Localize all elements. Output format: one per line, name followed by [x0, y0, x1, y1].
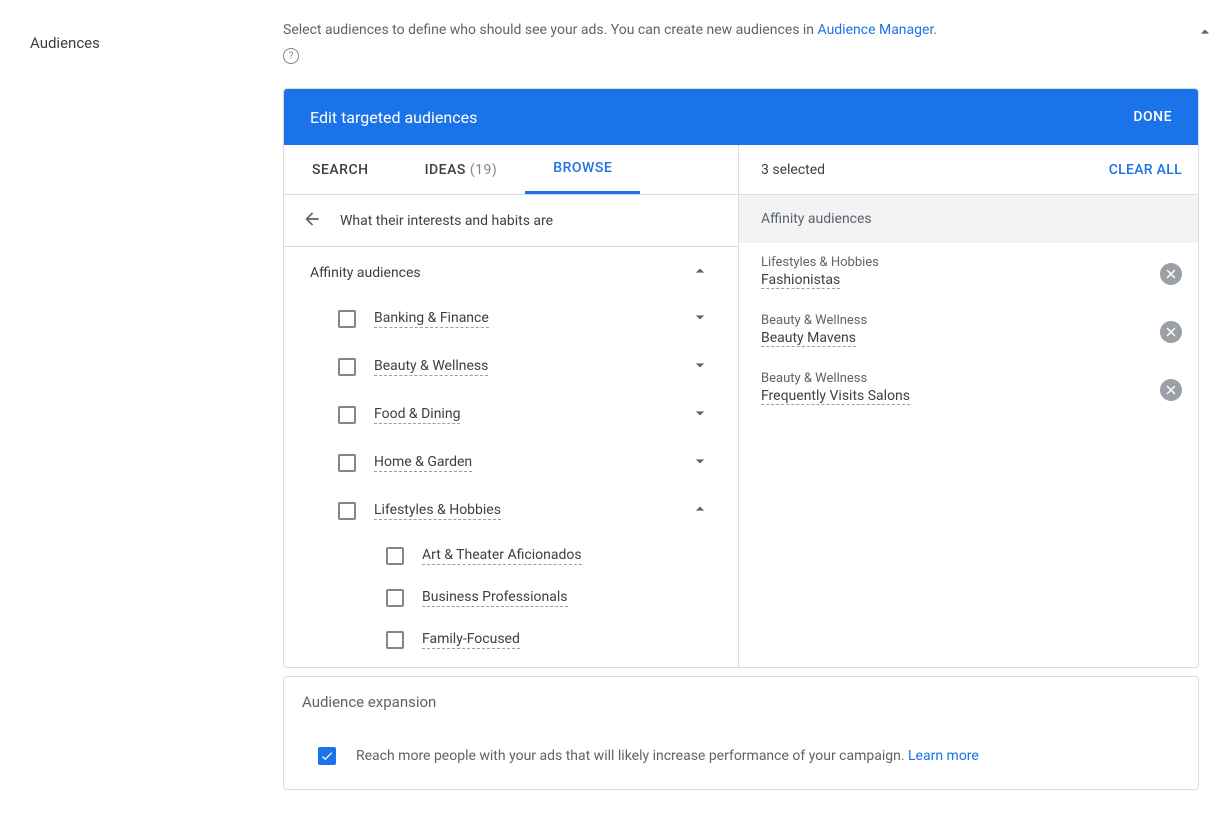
intro-text: Select audiences to define who should se… [283, 20, 1229, 40]
tabs: SEARCH IDEAS (19) BROWSE [284, 145, 738, 195]
chevron-down-icon[interactable] [690, 355, 710, 379]
remove-icon[interactable] [1160, 263, 1182, 285]
chevron-down-icon[interactable] [690, 307, 710, 331]
audience-expansion-panel: Audience expansion Reach more people wit… [283, 676, 1199, 790]
selected-item-name: Fashionistas [761, 272, 840, 289]
selected-item-category: Beauty & Wellness [761, 313, 867, 328]
category-label: Lifestyles & Hobbies [374, 502, 501, 520]
breadcrumb: What their interests and habits are [340, 213, 553, 229]
subcategory-label: Art & Theater Aficionados [422, 547, 582, 565]
intro-pre: Select audiences to define who should se… [283, 22, 818, 38]
checkbox[interactable] [386, 589, 404, 607]
checkbox[interactable] [386, 631, 404, 649]
subcategory-label: Family-Focused [422, 631, 520, 649]
expansion-title: Audience expansion [302, 693, 1180, 711]
expansion-checkbox[interactable] [318, 747, 336, 765]
remove-icon[interactable] [1160, 379, 1182, 401]
expansion-text-body: Reach more people with your ads that wil… [356, 748, 908, 764]
selected-item: Lifestyles & Hobbies Fashionistas [739, 243, 1198, 301]
subcategory-business-professionals[interactable]: Business Professionals [284, 577, 736, 619]
tab-browse[interactable]: BROWSE [525, 145, 640, 194]
category-label: Food & Dining [374, 406, 460, 424]
category-banking-finance[interactable]: Banking & Finance [284, 295, 736, 343]
back-arrow-icon[interactable] [302, 209, 322, 233]
selected-item: Beauty & Wellness Frequently Visits Salo… [739, 359, 1198, 417]
selected-count: 3 selected [761, 162, 825, 178]
selected-item-name: Beauty Mavens [761, 330, 856, 347]
tab-ideas[interactable]: IDEAS (19) [397, 145, 526, 194]
category-lifestyles-hobbies[interactable]: Lifestyles & Hobbies [284, 487, 736, 535]
group-header-affinity[interactable]: Affinity audiences [284, 247, 736, 295]
help-icon[interactable]: ? [283, 48, 299, 64]
selected-group-label: Affinity audiences [739, 195, 1198, 243]
tab-search[interactable]: SEARCH [284, 145, 397, 194]
chevron-up-icon[interactable] [690, 499, 710, 523]
category-label: Banking & Finance [374, 310, 489, 328]
audience-manager-link[interactable]: Audience Manager [818, 22, 934, 38]
category-beauty-wellness[interactable]: Beauty & Wellness [284, 343, 736, 391]
selected-item-name: Frequently Visits Salons [761, 388, 910, 405]
chevron-up-icon[interactable] [690, 261, 710, 285]
chevron-down-icon[interactable] [690, 403, 710, 427]
tab-ideas-label: IDEAS [425, 162, 466, 178]
subcategory-family-focused[interactable]: Family-Focused [284, 619, 736, 661]
collapse-section-icon[interactable] [1195, 22, 1215, 46]
chevron-down-icon[interactable] [690, 451, 710, 475]
selected-item-category: Lifestyles & Hobbies [761, 255, 879, 270]
checkbox[interactable] [338, 310, 356, 328]
checkbox[interactable] [338, 358, 356, 376]
tab-ideas-count: (19) [470, 162, 497, 178]
panel-title: Edit targeted audiences [310, 108, 477, 127]
category-food-dining[interactable]: Food & Dining [284, 391, 736, 439]
category-label: Home & Garden [374, 454, 472, 472]
selected-item: Beauty & Wellness Beauty Mavens [739, 301, 1198, 359]
checkbox[interactable] [338, 454, 356, 472]
checkbox[interactable] [386, 547, 404, 565]
subcategory-label: Business Professionals [422, 589, 568, 607]
category-label: Beauty & Wellness [374, 358, 488, 376]
expansion-text: Reach more people with your ads that wil… [356, 748, 979, 764]
clear-all-button[interactable]: CLEAR ALL [1109, 162, 1182, 178]
selected-item-category: Beauty & Wellness [761, 371, 910, 386]
remove-icon[interactable] [1160, 321, 1182, 343]
learn-more-link[interactable]: Learn more [908, 748, 979, 764]
section-label: Audiences [30, 20, 283, 52]
subcategory-art-theater[interactable]: Art & Theater Aficionados [284, 535, 736, 577]
done-button[interactable]: DONE [1133, 109, 1172, 125]
group-title: Affinity audiences [310, 265, 421, 281]
audiences-panel: Edit targeted audiences DONE SEARCH IDEA… [283, 88, 1199, 668]
checkbox[interactable] [338, 502, 356, 520]
checkbox[interactable] [338, 406, 356, 424]
category-home-garden[interactable]: Home & Garden [284, 439, 736, 487]
intro-post: . [933, 22, 937, 38]
